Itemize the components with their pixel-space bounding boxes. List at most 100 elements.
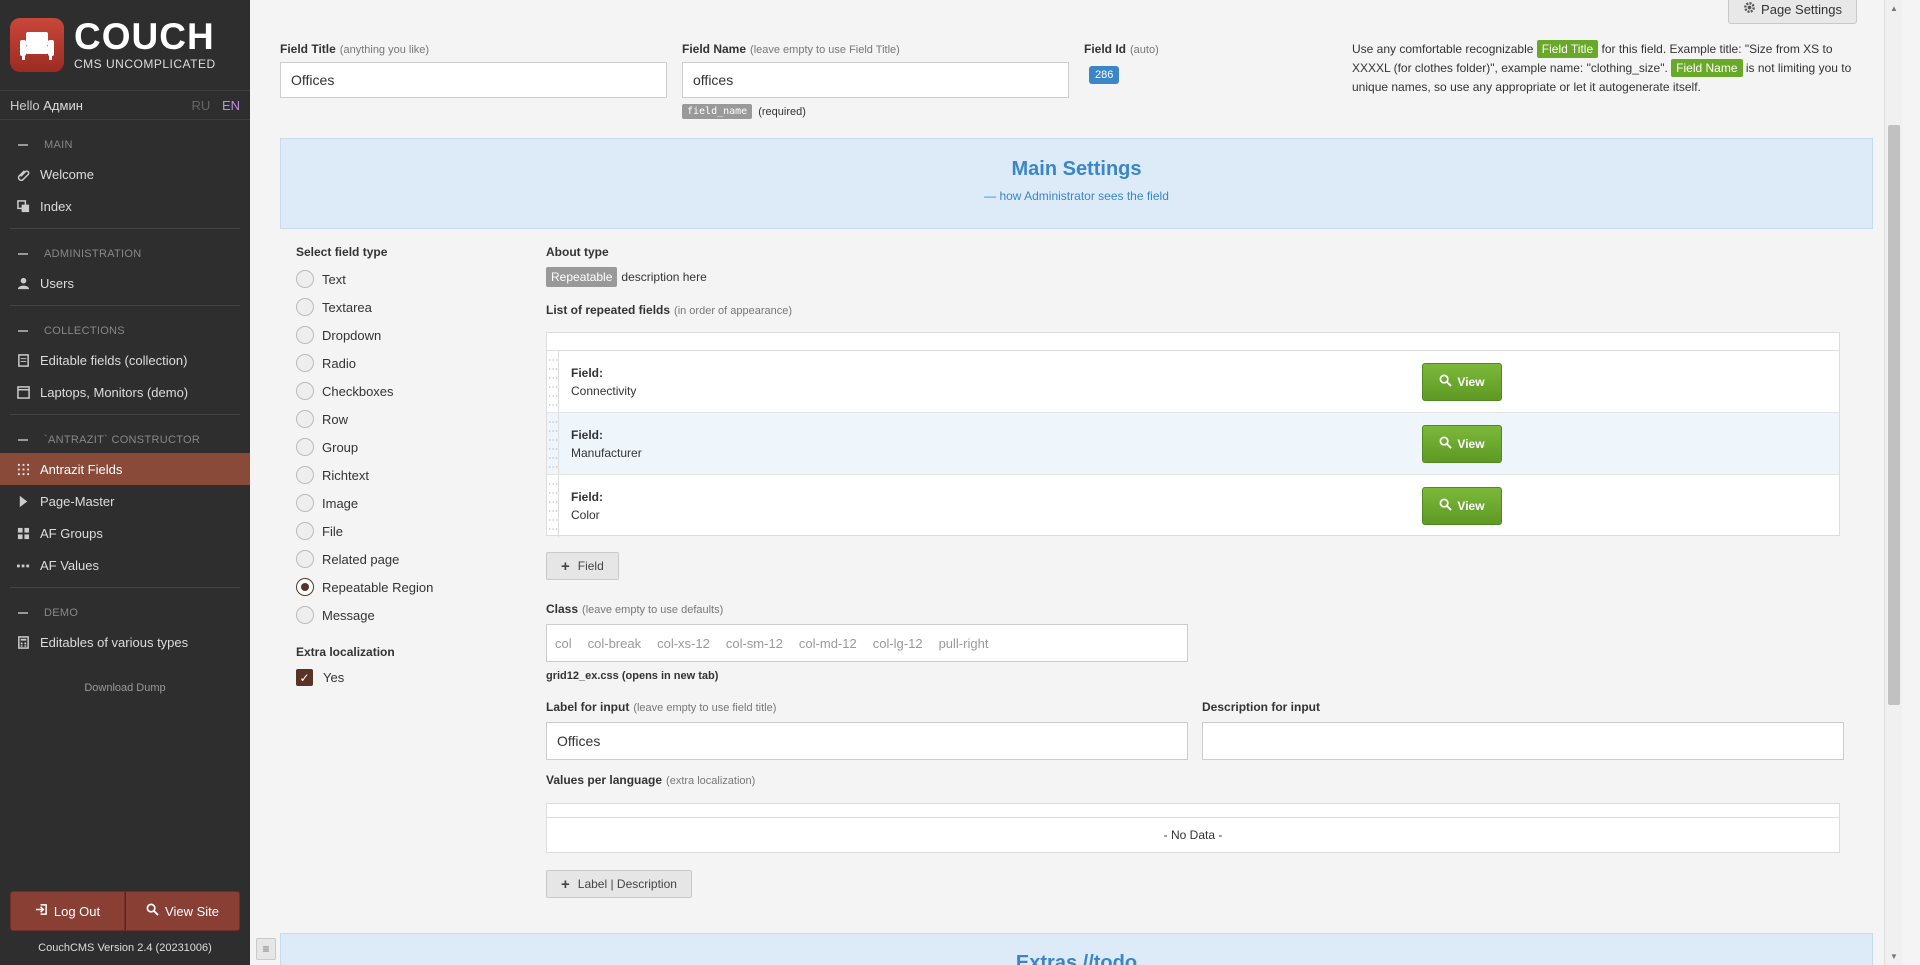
table-row: ⋮⋮⋮⋮⋮⋮ Field: Manufacturer View xyxy=(547,413,1839,475)
sidebar-item-editables-various[interactable]: Editables of various types xyxy=(0,626,250,658)
radio-option-group[interactable]: Group xyxy=(296,433,516,461)
lang-en-link[interactable]: EN xyxy=(222,98,240,113)
sidebar-item-users[interactable]: Users xyxy=(0,267,250,299)
field-id-badge: 286 xyxy=(1089,66,1120,84)
collapse-icon xyxy=(18,330,28,332)
radio-option-checkboxes[interactable]: Checkboxes xyxy=(296,377,516,405)
drag-handle-icon[interactable]: ⋮⋮⋮⋮⋮⋮ xyxy=(547,351,559,412)
nav-section-collections: COLLECTIONS Editable fields (collection)… xyxy=(0,318,250,408)
menu-toggle-icon[interactable]: ≡ xyxy=(256,938,276,960)
radio-option-related-page[interactable]: Related page xyxy=(296,545,516,573)
values-per-language-table: - No Data - xyxy=(546,803,1840,853)
extra-localization-group: Extra localization ✓ Yes xyxy=(296,645,516,686)
field-id-hint: (auto) xyxy=(1130,44,1159,56)
radio-option-radio[interactable]: Radio xyxy=(296,349,516,377)
paperclip-icon xyxy=(16,167,30,181)
radio-option-richtext[interactable]: Richtext xyxy=(296,461,516,489)
field-help-text: Use any comfortable recognizable Field T… xyxy=(1352,40,1852,94)
sidebar-item-editable-fields[interactable]: Editable fields (collection) xyxy=(0,344,250,376)
table-header-bar xyxy=(547,804,1839,818)
label-input-label: Label for input (leave empty to use field… xyxy=(546,700,777,714)
user-name[interactable]: Админ xyxy=(43,98,83,113)
greeting-prefix: Hello xyxy=(10,97,40,113)
nav-section-title[interactable]: `ANTRAZIT` CONSTRUCTOR xyxy=(0,427,250,453)
collapse-icon xyxy=(18,612,28,614)
extras-title: Extras //todo xyxy=(1015,952,1138,965)
repeated-fields-title: List of repeated fields (in order of appe… xyxy=(546,303,793,317)
sidebar-item-af-values[interactable]: AF Values xyxy=(0,549,250,581)
logout-label: Log Out xyxy=(53,903,101,919)
scrollbar-thumb[interactable] xyxy=(1888,125,1900,705)
sidebar-item-laptops-monitors[interactable]: Laptops, Monitors (demo) xyxy=(0,376,250,408)
label-input[interactable]: Offices xyxy=(546,722,1188,760)
no-data-message: - No Data - xyxy=(1163,828,1223,842)
view-button[interactable]: View xyxy=(1422,487,1502,525)
nav-section-title[interactable]: COLLECTIONS xyxy=(0,318,250,344)
main-settings-title: Main Settings xyxy=(1011,158,1142,180)
checkmark-icon: ✓ xyxy=(296,669,313,686)
radio-option-row[interactable]: Row xyxy=(296,405,516,433)
view-site-button[interactable]: View Site xyxy=(125,891,240,931)
extra-localization-checkbox[interactable]: ✓ Yes xyxy=(296,669,516,686)
sidebar-item-label: Antrazit Fields xyxy=(40,461,123,477)
radio-icon xyxy=(296,298,314,316)
description-input-label: Description for input xyxy=(1202,700,1320,714)
radio-checked-icon xyxy=(296,578,314,596)
row-content: Field: Connectivity xyxy=(571,365,637,398)
logout-button[interactable]: Log Out xyxy=(10,891,125,931)
sidebar-item-af-groups[interactable]: AF Groups xyxy=(0,517,250,549)
radio-option-message[interactable]: Message xyxy=(296,601,516,629)
sidebar-item-label: Page-Master xyxy=(40,493,115,509)
row-field-name: Connectivity xyxy=(571,383,637,398)
add-label-description-button[interactable]: + Label | Description xyxy=(546,870,692,898)
nav-section-title[interactable]: ADMINISTRATION xyxy=(0,241,250,267)
required-note: (required) xyxy=(758,105,806,118)
radio-option-dropdown[interactable]: Dropdown xyxy=(296,321,516,349)
table-row: ⋮⋮⋮⋮⋮⋮ Field: Connectivity View xyxy=(547,351,1839,413)
class-field-group: Class (leave empty to use defaults) col c… xyxy=(546,602,1188,682)
nav-section-title[interactable]: MAIN xyxy=(0,132,250,158)
view-button[interactable]: View xyxy=(1422,363,1502,401)
search-icon xyxy=(1439,498,1453,514)
sidebar-item-label: Index xyxy=(40,198,72,214)
radio-option-textarea[interactable]: Textarea xyxy=(296,293,516,321)
sidebar-item-index[interactable]: Index xyxy=(0,190,250,222)
radio-icon xyxy=(296,410,314,428)
scroll-down-icon[interactable]: ▼ xyxy=(1890,952,1898,961)
sidebar-item-label: Editable fields (collection) xyxy=(40,352,188,368)
sidebar-item-antrazit-fields[interactable]: Antrazit Fields xyxy=(0,453,250,485)
sidebar-item-label: Users xyxy=(40,275,74,291)
grid-css-link[interactable]: grid12_ex.css (opens in new tab) xyxy=(546,670,1188,682)
logo[interactable]: COUCH CMS UNCOMPLICATED xyxy=(0,0,250,90)
ellipsis-icon xyxy=(16,558,30,572)
field-id-group: Field Id (auto) 286 xyxy=(1084,42,1159,84)
nav-section-title[interactable]: DEMO xyxy=(0,600,250,626)
nav-section-demo: DEMO Editables of various types xyxy=(0,600,250,658)
radio-icon xyxy=(296,466,314,484)
sidebar-item-welcome[interactable]: Welcome xyxy=(0,158,250,190)
description-input[interactable] xyxy=(1202,722,1844,760)
scroll-up-icon[interactable]: ▲ xyxy=(1890,4,1898,13)
radio-option-image[interactable]: Image xyxy=(296,489,516,517)
download-dump-link[interactable]: Download Dump xyxy=(0,682,250,694)
footer-buttons: Log Out View Site xyxy=(10,891,240,931)
nav-section-constructor: `ANTRAZIT` CONSTRUCTOR Antrazit Fields P… xyxy=(0,427,250,581)
lang-ru-link[interactable]: RU xyxy=(192,98,211,113)
sidebar-item-page-master[interactable]: Page-Master xyxy=(0,485,250,517)
field-title-input[interactable]: Offices xyxy=(280,62,667,98)
vertical-scrollbar[interactable]: ▲ ▼ xyxy=(1884,0,1902,965)
row-content: Field: Manufacturer xyxy=(571,427,642,460)
radio-option-file[interactable]: File xyxy=(296,517,516,545)
add-field-button[interactable]: + Field xyxy=(546,552,619,580)
drag-handle-icon[interactable]: ⋮⋮⋮⋮⋮⋮ xyxy=(547,475,559,537)
logout-icon xyxy=(35,903,48,919)
radio-option-text[interactable]: Text xyxy=(296,265,516,293)
page-settings-button[interactable]: Page Settings xyxy=(1728,0,1857,24)
drag-handle-icon[interactable]: ⋮⋮⋮⋮⋮⋮ xyxy=(547,413,559,474)
search-icon xyxy=(1439,374,1453,390)
field-name-input[interactable]: offices xyxy=(682,62,1069,98)
radio-option-repeatable-region[interactable]: Repeatable Region xyxy=(296,573,516,601)
view-button[interactable]: View xyxy=(1422,425,1502,463)
divider xyxy=(10,228,240,229)
class-input[interactable]: col col-break col-xs-12 col-sm-12 col-md… xyxy=(546,624,1188,662)
